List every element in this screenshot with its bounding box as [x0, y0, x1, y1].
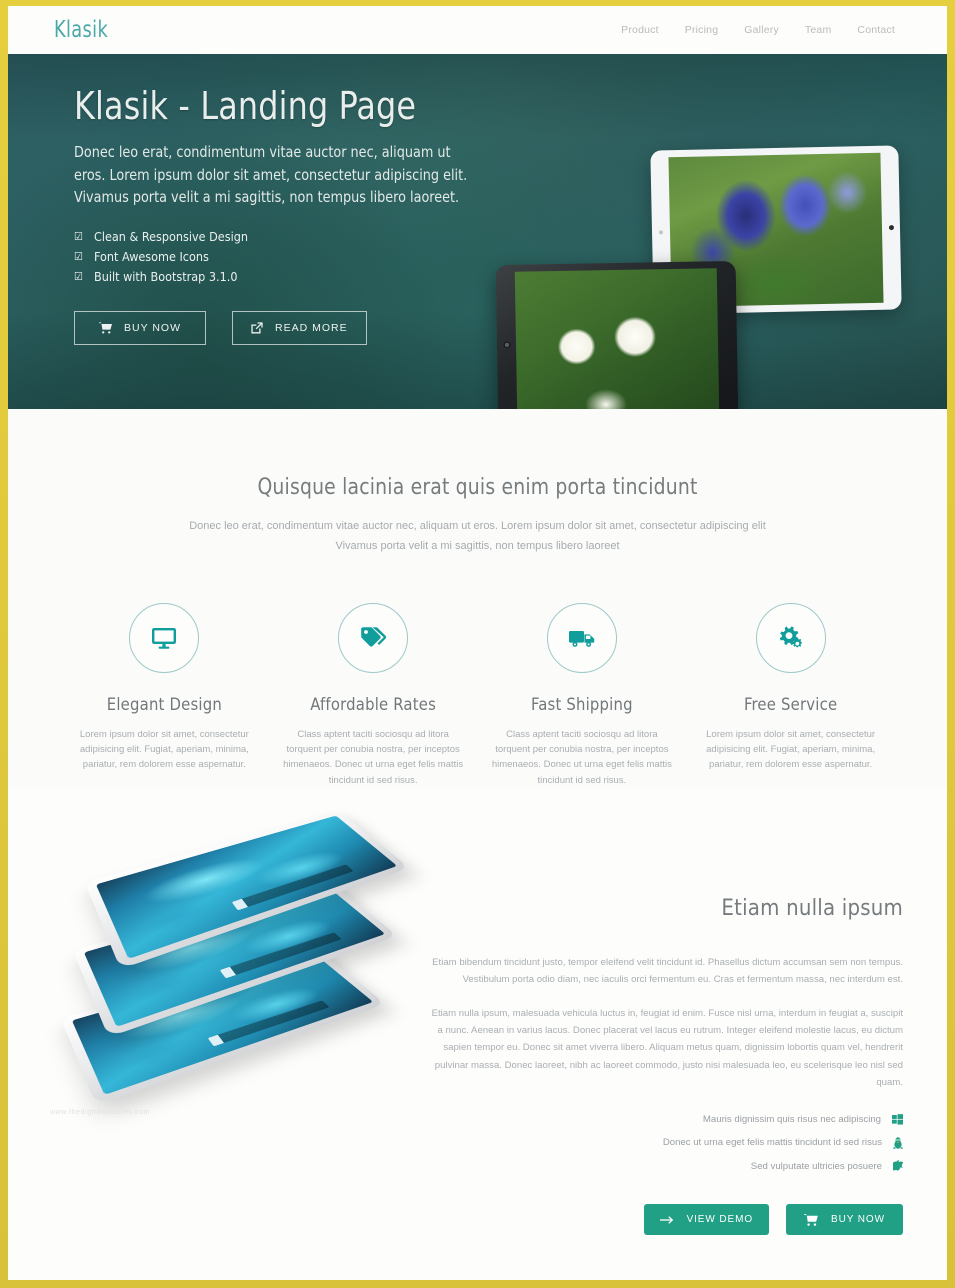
shopping-cart-icon	[99, 322, 112, 334]
tags-icon	[360, 626, 387, 650]
feature-title: Free Service	[743, 694, 838, 714]
linux-icon	[893, 1137, 903, 1149]
features-title: Quisque lacinia erat quis enim porta tin…	[257, 475, 698, 500]
hero-content: Klasik - Landing Page Donec leo erat, co…	[8, 54, 478, 346]
feature-title: Elegant Design	[106, 694, 222, 714]
hero-buy-now-label: BUY NOW	[124, 322, 181, 335]
truck-icon	[568, 627, 596, 649]
main-nav: Product Pricing Gallery Team Contact	[621, 24, 923, 36]
check-square-icon: ☑	[74, 229, 83, 243]
feature-card-affordable-rates: Affordable Rates Class aptent taciti soc…	[269, 602, 478, 789]
check-square-icon: ☑	[74, 270, 83, 284]
page-frame: Klasik Product Pricing Gallery Team Cont…	[0, 0, 955, 1288]
hero-checklist-item: ☑ Font Awesome Icons	[74, 247, 478, 267]
feature-text: Lorem ipsum dolor sit amet, consectetur …	[79, 728, 249, 771]
nav-link-pricing[interactable]: Pricing	[685, 24, 719, 36]
os-list-label: Sed vulputate ultricies posuere	[750, 1160, 882, 1172]
hero-section: Klasik - Landing Page Donec leo erat, co…	[8, 54, 947, 409]
etiam-buy-now-label: BUY NOW	[831, 1214, 885, 1226]
etiam-paragraph-2: Etiam nulla ipsum, malesuada vehicula lu…	[431, 1008, 903, 1088]
home-button-icon	[888, 225, 895, 231]
feature-text: Class aptent taciti sociosqu ad litora t…	[283, 728, 464, 786]
page-content: Klasik Product Pricing Gallery Team Cont…	[8, 6, 947, 1280]
os-list-item-apple: Sed vulputate ultricies posuere	[429, 1155, 903, 1179]
os-list-item-windows: Mauris dignissim quis risus nec adipisci…	[429, 1108, 903, 1132]
hero-checklist: ☑ Clean & Responsive Design ☑ Font Aweso…	[74, 227, 478, 288]
etiam-title: Etiam nulla ipsum	[721, 896, 903, 922]
etiam-paragraph-1: Etiam bibendum tincidunt justo, tempor e…	[432, 957, 903, 986]
external-link-icon	[251, 322, 263, 334]
os-list-label: Donec ut urna eget felis mattis tincidun…	[662, 1137, 882, 1149]
camera-dot-icon	[658, 230, 664, 235]
nav-link-team[interactable]: Team	[805, 24, 831, 36]
os-list-item-linux: Donec ut urna eget felis mattis tincidun…	[429, 1131, 903, 1155]
brand-logo[interactable]: Klasik	[54, 17, 108, 43]
check-square-icon: ☑	[74, 249, 83, 263]
feature-text: Lorem ipsum dolor sit amet, consectetur …	[706, 728, 876, 771]
hero-checklist-item: ☑ Clean & Responsive Design	[74, 227, 478, 247]
feature-icon-circle	[129, 602, 200, 673]
stacked-tablets-image: www.thedigitalpictures.com	[50, 800, 424, 1130]
camera-lens-icon	[502, 340, 512, 349]
feature-icon-circle	[755, 602, 826, 673]
hero-checklist-label: Built with Bootstrap 3.1.0	[94, 269, 238, 284]
feature-title: Fast Shipping	[530, 694, 633, 714]
tablet-black-screen	[514, 268, 720, 409]
features-section: Quisque lacinia erat quis enim porta tin…	[8, 409, 947, 789]
feature-title: Affordable Rates	[310, 694, 436, 714]
nav-link-product[interactable]: Product	[621, 24, 659, 36]
desktop-icon	[151, 626, 177, 650]
feature-text: Class aptent taciti sociosqu ad litora t…	[491, 728, 672, 786]
nav-link-gallery[interactable]: Gallery	[744, 24, 779, 36]
hero-read-more-label: READ MORE	[275, 322, 348, 335]
feature-card-elegant-design: Elegant Design Lorem ipsum dolor sit ame…	[60, 602, 269, 789]
image-watermark: www.thedigitalpictures.com	[50, 1109, 151, 1117]
hero-title: Klasik - Landing Page	[74, 84, 417, 128]
features-grid: Elegant Design Lorem ipsum dolor sit ame…	[8, 557, 947, 789]
shopping-cart-icon	[804, 1213, 818, 1226]
hero-buy-now-button[interactable]: BUY NOW	[74, 311, 206, 346]
etiam-os-list: Mauris dignissim quis risus nec adipisci…	[429, 1108, 903, 1179]
nav-link-contact[interactable]: Contact	[857, 24, 895, 36]
cogs-icon	[777, 625, 804, 650]
arrow-right-icon	[659, 1215, 674, 1225]
hero-read-more-button[interactable]: READ MORE	[232, 311, 367, 346]
hero-subtitle: Donec leo erat, condimentum vitae auctor…	[74, 143, 468, 206]
view-demo-button[interactable]: VIEW DEMO	[643, 1204, 769, 1236]
view-demo-label: VIEW DEMO	[686, 1214, 753, 1226]
feature-icon-circle	[338, 602, 409, 673]
hero-buttons: BUY NOW READ MORE	[74, 311, 478, 346]
feature-icon-circle	[546, 602, 617, 673]
etiam-buy-now-button[interactable]: BUY NOW	[786, 1204, 903, 1236]
os-list-label: Mauris dignissim quis risus nec adipisci…	[702, 1113, 881, 1125]
feature-card-free-service: Free Service Lorem ipsum dolor sit amet,…	[686, 602, 895, 789]
navbar: Klasik Product Pricing Gallery Team Cont…	[8, 6, 947, 54]
hero-checklist-label: Clean & Responsive Design	[94, 228, 248, 244]
tablet-black-landscape	[495, 260, 739, 409]
etiam-buttons: VIEW DEMO BUY NOW	[429, 1204, 903, 1236]
windows-icon	[892, 1114, 903, 1125]
feature-card-fast-shipping: Fast Shipping Class aptent taciti socios…	[478, 602, 687, 789]
apple-icon	[893, 1160, 903, 1172]
hero-checklist-label: Font Awesome Icons	[94, 248, 209, 264]
etiam-section: www.thedigitalpictures.com Etiam nulla i…	[8, 788, 947, 1236]
hero-checklist-item: ☑ Built with Bootstrap 3.1.0	[74, 267, 478, 287]
etiam-content: Etiam nulla ipsum Etiam bibendum tincidu…	[429, 896, 903, 1236]
features-subtitle: Donec leo erat, condimentum vitae auctor…	[189, 520, 766, 553]
